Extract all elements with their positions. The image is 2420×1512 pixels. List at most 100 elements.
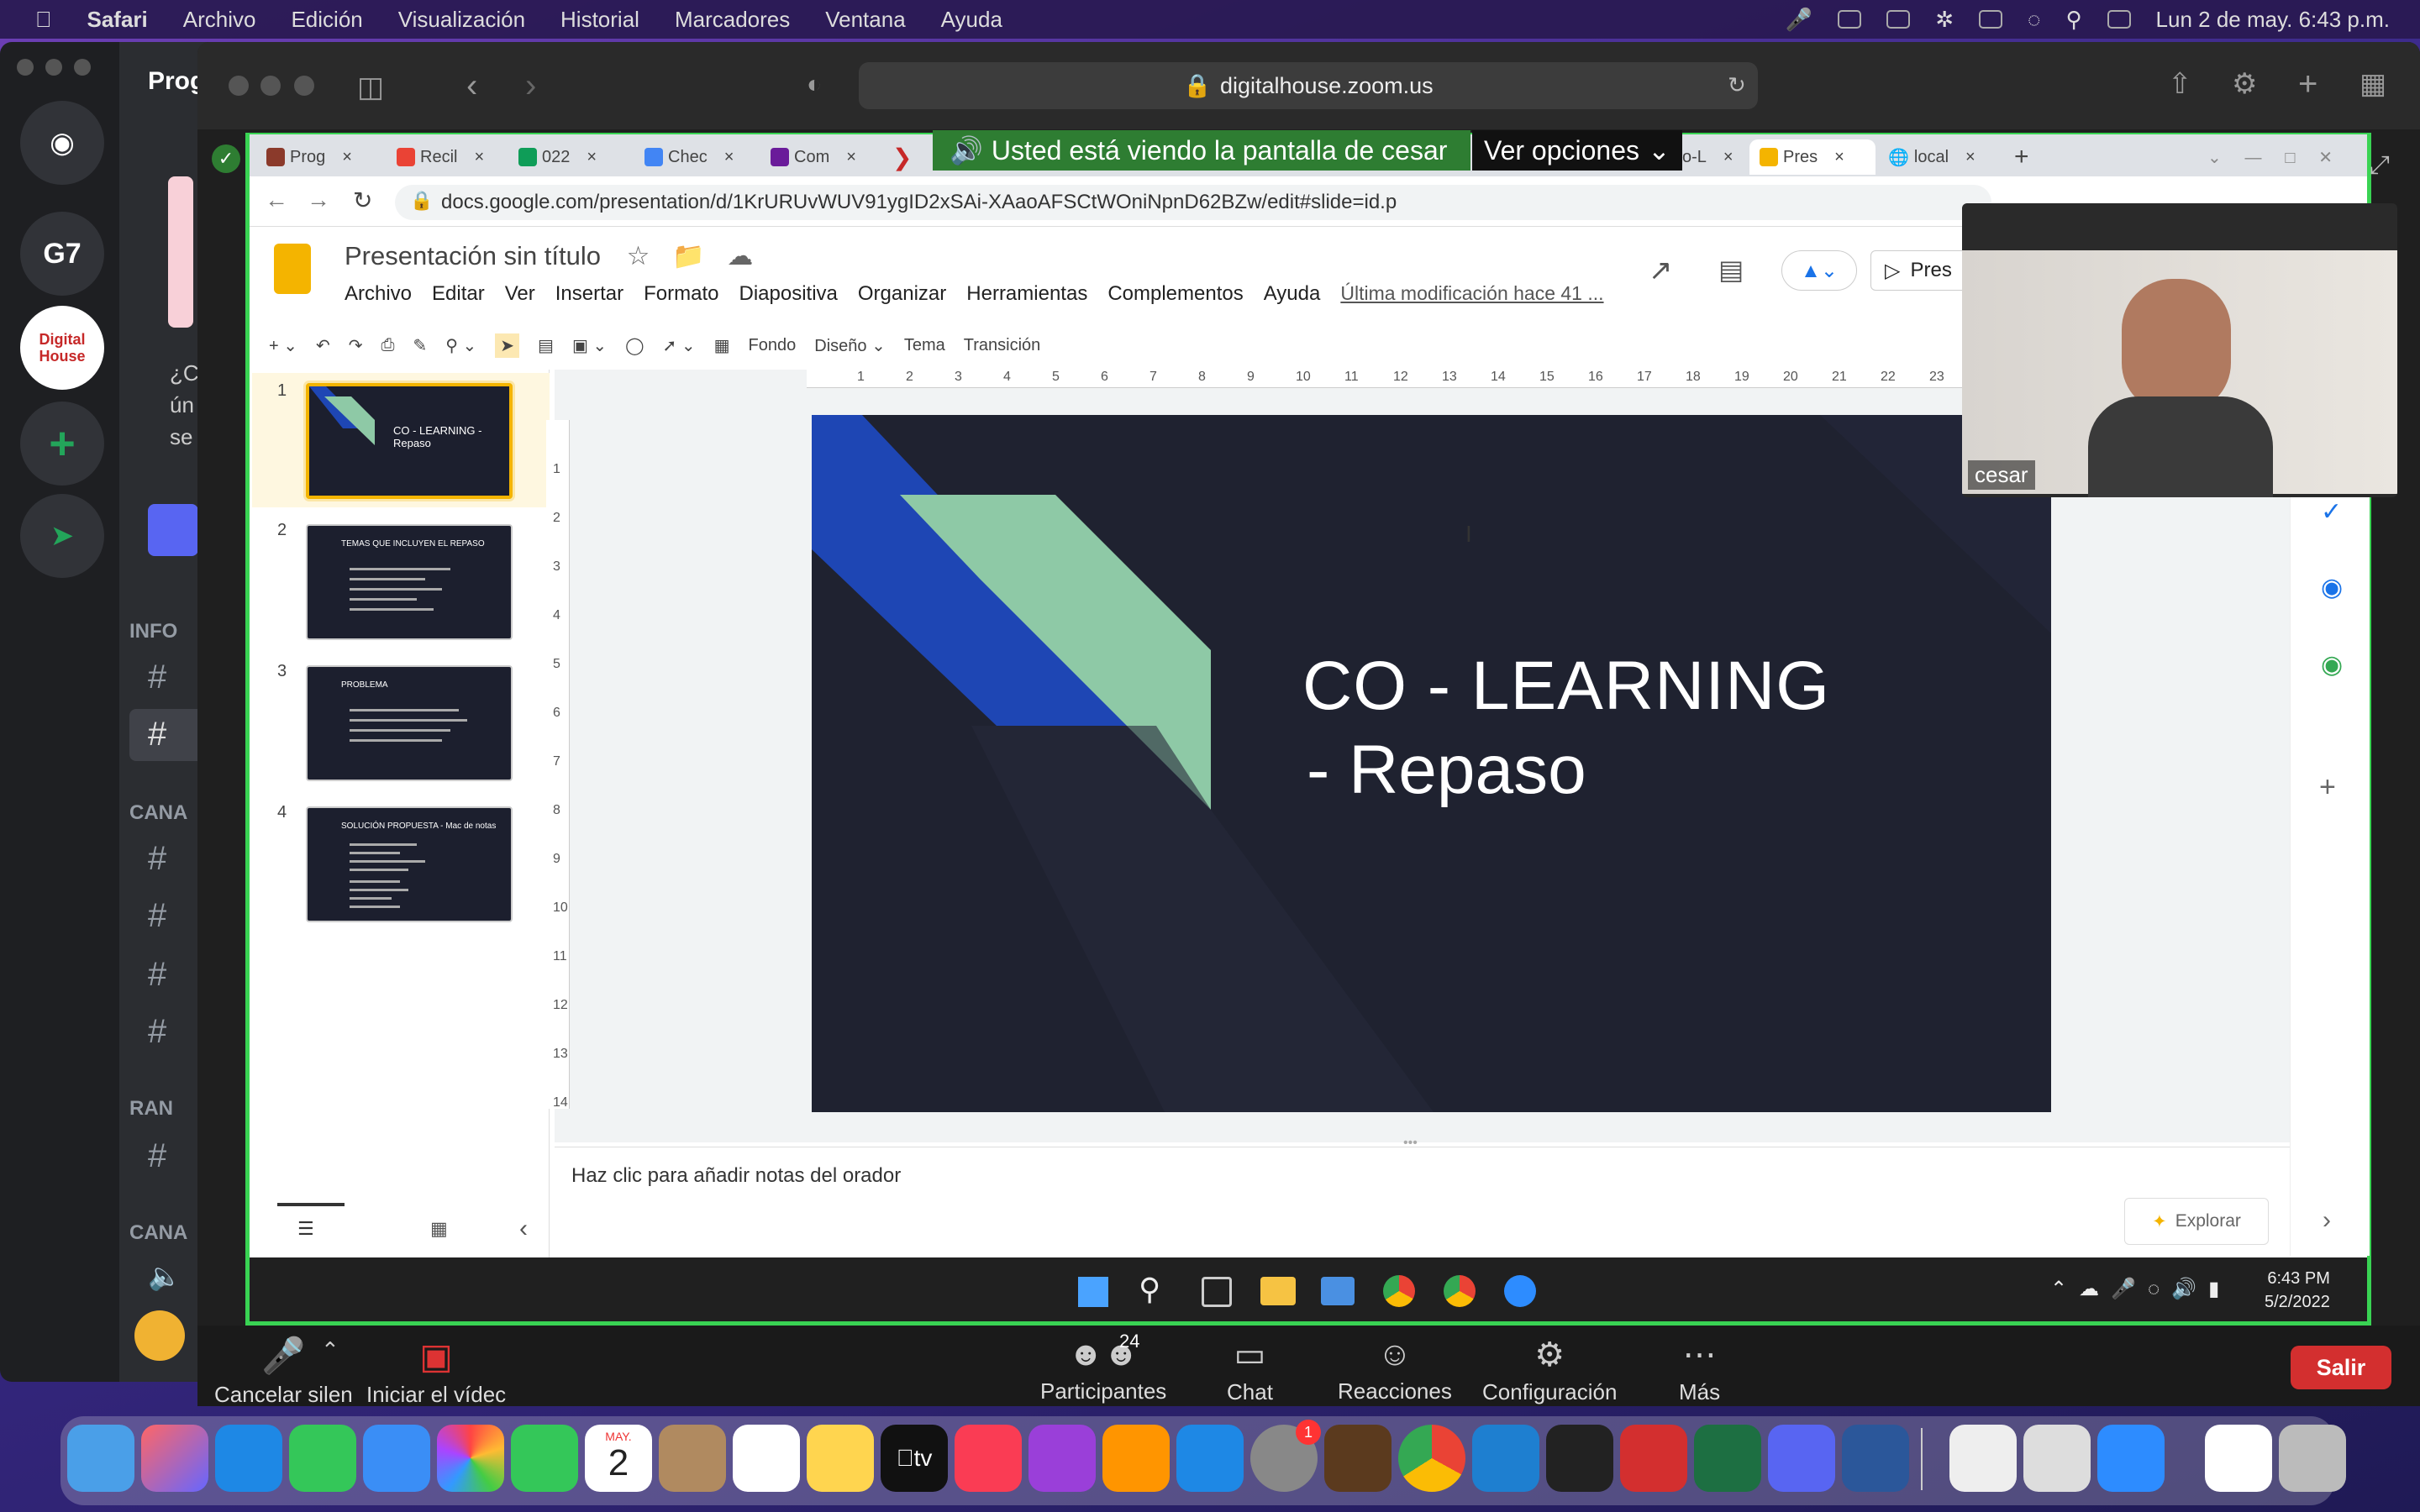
- explore-servers-icon[interactable]: ➤: [20, 494, 104, 578]
- window-controls[interactable]: ⌄ — □ ✕: [2207, 139, 2333, 175]
- leave-meeting-button[interactable]: Salir: [2291, 1346, 2391, 1389]
- menu-organizar[interactable]: Organizar: [858, 282, 946, 306]
- cloud-status-icon[interactable]: ☁: [727, 241, 753, 270]
- zoom-icon[interactable]: ⚲ ⌄: [445, 335, 476, 356]
- channel-hash-icon[interactable]: #: [148, 956, 166, 994]
- notes-placeholder[interactable]: Haz clic para añadir notas del orador: [571, 1164, 901, 1188]
- app-store-icon[interactable]: [1176, 1425, 1244, 1492]
- discord-server-digitalhouse[interactable]: Digital House: [20, 306, 104, 390]
- file-explorer-icon[interactable]: [1260, 1277, 1296, 1305]
- mail-icon[interactable]: [1321, 1277, 1355, 1305]
- vscode-icon[interactable]: [1472, 1425, 1539, 1492]
- finder-icon[interactable]: [67, 1425, 134, 1492]
- participants-button[interactable]: ☻☻ Participantes: [1040, 1336, 1166, 1404]
- textbox-icon[interactable]: ▤: [538, 335, 554, 356]
- activity-trend-icon[interactable]: ↗: [1649, 254, 1673, 287]
- forward-icon[interactable]: ›: [525, 67, 536, 105]
- launchpad-icon[interactable]: [141, 1425, 208, 1492]
- slide-title[interactable]: CO - LEARNING: [1302, 647, 1830, 726]
- select-cursor-icon[interactable]: ➤: [495, 333, 520, 358]
- zoom-app-icon[interactable]: [1504, 1275, 1536, 1307]
- photos-icon[interactable]: [437, 1425, 504, 1492]
- channel-hash-icon[interactable]: #: [148, 897, 166, 935]
- channel-hash-icon[interactable]: #: [148, 659, 166, 696]
- fullscreen-icon[interactable]: ⤢: [2370, 151, 2390, 180]
- explore-button[interactable]: ✦ Explorar: [2124, 1198, 2269, 1245]
- notes-icon[interactable]: [807, 1425, 874, 1492]
- reactions-button[interactable]: ☺ Reacciones: [1338, 1336, 1452, 1404]
- paint-format-icon[interactable]: ✎: [413, 335, 428, 356]
- channel-hash-icon[interactable]: #: [148, 716, 166, 753]
- menu-edicion[interactable]: Edición: [291, 7, 362, 33]
- tasks-icon[interactable]: ✓: [2321, 497, 2342, 527]
- filmstrip-list-view-icon[interactable]: ☰: [297, 1218, 314, 1240]
- chrome-profile-icon[interactable]: [1444, 1275, 1476, 1307]
- chrome-tab[interactable]: Com ×: [771, 139, 856, 175]
- discord-server-g7[interactable]: G7: [20, 212, 104, 296]
- comments-icon[interactable]: ▤: [1718, 254, 1744, 286]
- background-button[interactable]: Fondo: [749, 336, 797, 355]
- chrome-tab[interactable]: o-L ×: [1682, 139, 1733, 175]
- print-icon[interactable]: ⎙: [381, 336, 395, 355]
- collapse-panel-icon[interactable]: ‹: [519, 1215, 528, 1243]
- discord-home-icon[interactable]: ◉: [20, 101, 104, 185]
- meet-present-button[interactable]: ▲⌄: [1781, 250, 1857, 291]
- microphone-icon[interactable]: 🎤: [1786, 7, 1812, 33]
- safari-address-bar[interactable]: 🔒 digitalhouse.zoom.us: [859, 62, 1758, 109]
- view-options-button[interactable]: Ver opciones ⌄: [1472, 130, 1682, 171]
- contacts-icon[interactable]: [659, 1425, 726, 1492]
- back-icon[interactable]: ←: [265, 186, 288, 213]
- share-icon[interactable]: ⇧: [2168, 67, 2192, 101]
- tab-overview-icon[interactable]: ▦: [2360, 67, 2386, 101]
- menu-editar[interactable]: Editar: [432, 282, 485, 306]
- zoom-icon[interactable]: [2097, 1425, 2165, 1492]
- contacts-icon[interactable]: ◉: [2321, 573, 2343, 602]
- chrome-tab-active[interactable]: Pres ×: [1749, 139, 1876, 175]
- podcasts-icon[interactable]: [1028, 1425, 1096, 1492]
- transition-button[interactable]: Transición: [964, 336, 1041, 355]
- menu-diapositiva[interactable]: Diapositiva: [739, 282, 838, 306]
- discord-category-voice[interactable]: CANA: [129, 1221, 187, 1245]
- battery-icon[interactable]: [1979, 10, 2003, 29]
- chrome-tab[interactable]: Chec ×: [644, 139, 734, 175]
- menu-complementos[interactable]: Complementos: [1107, 282, 1243, 306]
- undo-icon[interactable]: ↶: [316, 335, 330, 356]
- menu-historial[interactable]: Historial: [560, 7, 639, 33]
- menu-archivo[interactable]: Archivo: [183, 7, 256, 33]
- music-icon[interactable]: [955, 1425, 1022, 1492]
- messages-icon[interactable]: [289, 1425, 356, 1492]
- apple-tv-icon[interactable]: tv: [881, 1425, 948, 1492]
- participant-video[interactable]: [1962, 203, 2397, 497]
- window-zoom-button[interactable]: [294, 76, 314, 96]
- window-minimize-button[interactable]: [260, 76, 281, 96]
- slide-thumbnail-3[interactable]: PROBLEMA: [306, 665, 513, 781]
- shape-icon[interactable]: ◯: [625, 335, 644, 356]
- bluetooth-icon[interactable]: ✲: [1935, 7, 1954, 33]
- discord-action-button[interactable]: [148, 504, 198, 556]
- back-icon[interactable]: ‹: [466, 67, 477, 105]
- slide-thumbnail-2[interactable]: TEMAS QUE INCLUYEN EL REPASO: [306, 524, 513, 640]
- chrome-tab[interactable]: Prog ×: [266, 139, 352, 175]
- windows-start-icon[interactable]: [1078, 1277, 1108, 1307]
- task-view-icon[interactable]: [1202, 1277, 1232, 1307]
- menu-ayuda[interactable]: Ayuda: [1264, 282, 1321, 306]
- slide-thumbnail-1[interactable]: CO - LEARNING - Repaso: [306, 383, 513, 499]
- menu-app-name[interactable]: Safari: [87, 7, 148, 33]
- chrome-icon[interactable]: [1398, 1425, 1465, 1492]
- document-icon[interactable]: [2205, 1425, 2272, 1492]
- theme-button[interactable]: Tema: [904, 336, 945, 355]
- calendar-icon[interactable]: MAY. 2: [585, 1425, 652, 1492]
- move-folder-icon[interactable]: 📁: [672, 241, 705, 270]
- reload-icon[interactable]: ↻: [1728, 72, 1746, 98]
- discord-category-info[interactable]: INFO: [129, 620, 177, 643]
- windows-clock[interactable]: 6:43 PM 5/2/2022: [2265, 1267, 2330, 1314]
- zoom-status-icon[interactable]: [1886, 10, 1911, 29]
- maps-icon[interactable]: ◉: [2321, 650, 2343, 680]
- safari-icon[interactable]: [215, 1425, 282, 1492]
- new-slide-icon[interactable]: + ⌄: [269, 335, 297, 356]
- menu-formato[interactable]: Formato: [644, 282, 718, 306]
- discord-category-random[interactable]: RAN: [129, 1097, 173, 1121]
- sequel-pro-icon[interactable]: [1324, 1425, 1392, 1492]
- new-tab-icon[interactable]: +: [2014, 139, 2029, 175]
- slide-subtitle[interactable]: - Repaso: [1307, 731, 1586, 810]
